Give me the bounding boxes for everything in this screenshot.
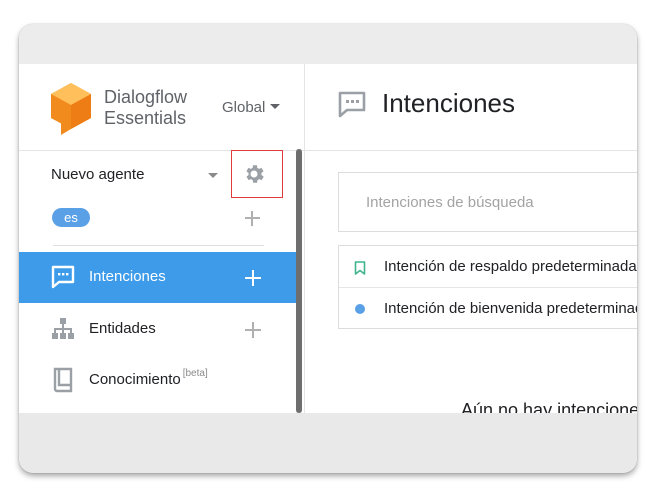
agent-name[interactable]: Nuevo agente: [51, 166, 144, 183]
intent-name: Intención de respaldo predeterminada: [384, 258, 637, 275]
add-intent-icon[interactable]: [245, 270, 261, 286]
sidebar: Dialogflow Essentials Global Nuevo agent…: [19, 64, 304, 413]
sidebar-item-entities[interactable]: Entidades: [19, 304, 297, 355]
dialogflow-logo: [51, 83, 91, 135]
book-icon: [53, 367, 73, 393]
main-header: Intenciones: [305, 64, 637, 151]
main-panel: Intenciones Intención de respaldo predet…: [304, 64, 637, 413]
add-language-icon[interactable]: [245, 211, 260, 226]
chevron-down-icon: [270, 103, 281, 109]
top-strip: [19, 24, 637, 64]
sidebar-scrollbar[interactable]: [296, 149, 302, 413]
brand-header: Dialogflow Essentials Global: [19, 64, 304, 151]
chat-icon: [51, 265, 75, 289]
search-box: [338, 172, 637, 232]
page-title: Intenciones: [382, 88, 515, 118]
chat-icon: [338, 91, 366, 118]
hierarchy-icon: [52, 318, 74, 339]
search-input[interactable]: [339, 173, 637, 231]
intent-row[interactable]: Intención de bienvenida predeterminada: [339, 287, 637, 329]
language-chip[interactable]: es: [52, 208, 90, 227]
sidebar-item-label: Entidades: [89, 320, 156, 337]
sidebar-divider: [53, 245, 264, 246]
sidebar-item-label: Intenciones: [89, 268, 166, 285]
region-selector[interactable]: Global: [222, 99, 281, 116]
bottom-strip: [19, 413, 637, 473]
agent-dropdown-chevron-icon[interactable]: [208, 173, 218, 178]
scrollbar-thumb[interactable]: [296, 149, 302, 413]
add-entity-icon[interactable]: [245, 322, 261, 338]
dialogflow-console: Dialogflow Essentials Global Nuevo agent…: [19, 64, 637, 413]
beta-badge: [beta]: [182, 368, 208, 379]
region-label: Global: [222, 99, 266, 116]
screenshot-frame: Dialogflow Essentials Global Nuevo agent…: [19, 24, 637, 473]
dot-icon: [355, 304, 365, 314]
gear-icon[interactable]: [242, 162, 266, 186]
intent-list: Intención de respaldo predeterminada Int…: [338, 245, 637, 329]
intent-row[interactable]: Intención de respaldo predeterminada: [339, 246, 637, 287]
sidebar-item-intents[interactable]: Intenciones: [19, 252, 297, 303]
empty-state-text: Aún no hay intenciones: [461, 400, 637, 413]
sidebar-item-label: Conocimiento: [89, 371, 181, 388]
intent-name: Intención de bienvenida predeterminada: [384, 300, 637, 317]
brand-name: Dialogflow Essentials: [104, 87, 188, 128]
bookmark-icon: [354, 261, 366, 275]
sidebar-item-knowledge[interactable]: Conocimiento [beta]: [19, 355, 297, 406]
sidebar-item-knowledge-label: Conocimiento [beta]: [89, 368, 208, 388]
